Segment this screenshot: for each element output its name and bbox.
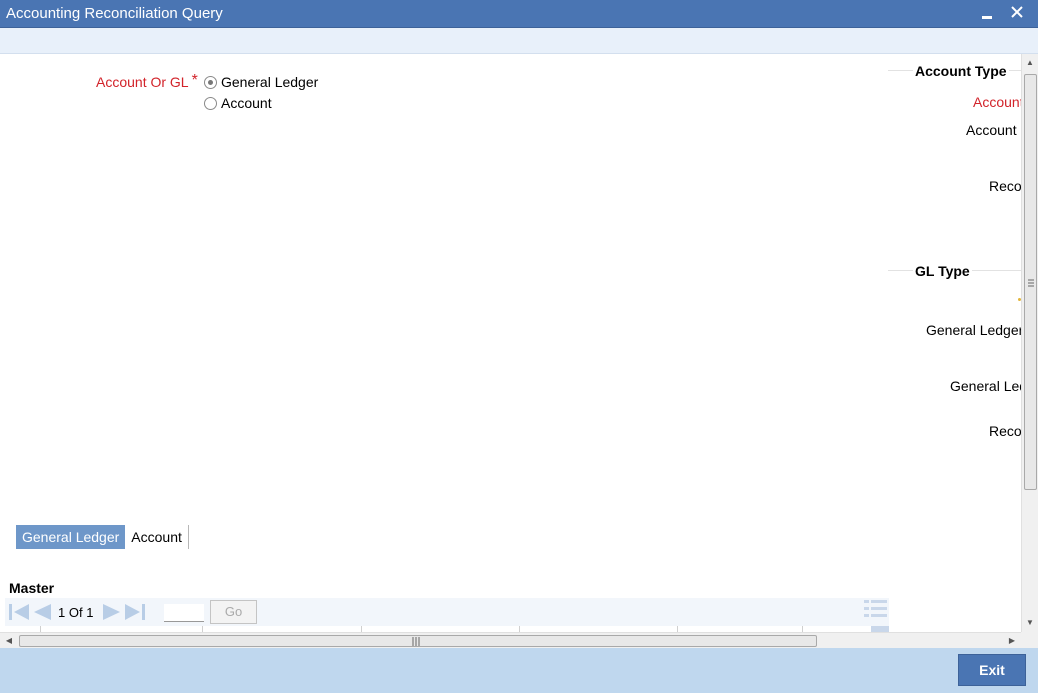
close-icon xyxy=(1011,6,1023,18)
account-field-label: Account xyxy=(973,94,1021,110)
next-page-icon[interactable] xyxy=(101,602,123,622)
tab-bar: General Ledger Account xyxy=(16,525,189,549)
exit-button[interactable]: Exit xyxy=(958,654,1026,686)
scrollbar-corner xyxy=(1021,632,1038,648)
form-content: Account Or GL * General Ledger Account Ac… xyxy=(0,54,1021,632)
previous-page-icon[interactable] xyxy=(31,602,53,622)
last-page-icon[interactable] xyxy=(124,602,146,622)
vertical-scroll-thumb[interactable] xyxy=(1024,74,1037,490)
window-title-bar: Accounting Reconciliation Query xyxy=(0,0,1038,28)
account-reco-label: Reco xyxy=(989,178,1021,194)
gl-reco-label: Reco xyxy=(989,423,1021,439)
scroll-right-icon[interactable]: ▶ xyxy=(1005,633,1019,649)
page-number-input[interactable] xyxy=(164,604,204,622)
vertical-scrollbar[interactable]: ▲ ▼ xyxy=(1021,54,1038,632)
page-indicator: 1 Of 1 xyxy=(58,605,93,620)
page-of: Of xyxy=(68,605,83,620)
radio-button-account[interactable] xyxy=(204,96,217,110)
account-currency-label: Account ( xyxy=(966,122,1021,138)
master-pager: 1 Of 1 Go xyxy=(5,598,889,626)
first-page-icon[interactable] xyxy=(8,602,30,622)
footer-bar: Exit xyxy=(0,648,1038,693)
grid-settings-icon[interactable] xyxy=(861,598,889,626)
scroll-grip-icon xyxy=(412,637,420,646)
go-button[interactable]: Go xyxy=(210,600,257,624)
gl-description-label: General Led xyxy=(950,378,1021,394)
tab-account[interactable]: Account xyxy=(125,525,189,549)
radio-account[interactable]: Account xyxy=(204,93,272,113)
window-title: Accounting Reconciliation Query xyxy=(6,5,223,22)
radio-general-ledger[interactable]: General Ledger xyxy=(204,72,318,92)
tab-general-ledger[interactable]: General Ledger xyxy=(16,525,126,549)
required-mark: * xyxy=(191,72,198,89)
minimize-icon xyxy=(982,16,992,19)
radio-button-general-ledger[interactable] xyxy=(204,75,217,89)
horizontal-scroll-thumb[interactable] xyxy=(19,635,817,647)
master-section-title: Master xyxy=(9,580,55,596)
scroll-down-icon[interactable]: ▼ xyxy=(1022,616,1038,630)
page-current: 1 xyxy=(58,605,66,620)
radio-general-ledger-label: General Ledger xyxy=(221,74,319,90)
account-or-gl-label: Account Or GL * xyxy=(96,72,198,92)
scroll-left-icon[interactable]: ◀ xyxy=(2,633,16,649)
gl-code-label: General Ledger ( xyxy=(926,322,1021,338)
minimize-button[interactable] xyxy=(974,0,1000,28)
page-total: 1 xyxy=(86,605,94,620)
account-or-gl-label-text: Account Or GL xyxy=(96,74,189,90)
close-button[interactable] xyxy=(1004,0,1030,28)
horizontal-scrollbar[interactable]: ◀ ▶ xyxy=(0,632,1021,648)
gl-type-title: GL Type xyxy=(913,263,972,279)
scroll-grip-icon xyxy=(1028,279,1034,287)
account-type-title: Account Type xyxy=(913,63,1009,79)
toolbar-strip xyxy=(0,28,1038,54)
radio-account-label: Account xyxy=(221,95,272,111)
scroll-up-icon[interactable]: ▲ xyxy=(1022,56,1038,70)
